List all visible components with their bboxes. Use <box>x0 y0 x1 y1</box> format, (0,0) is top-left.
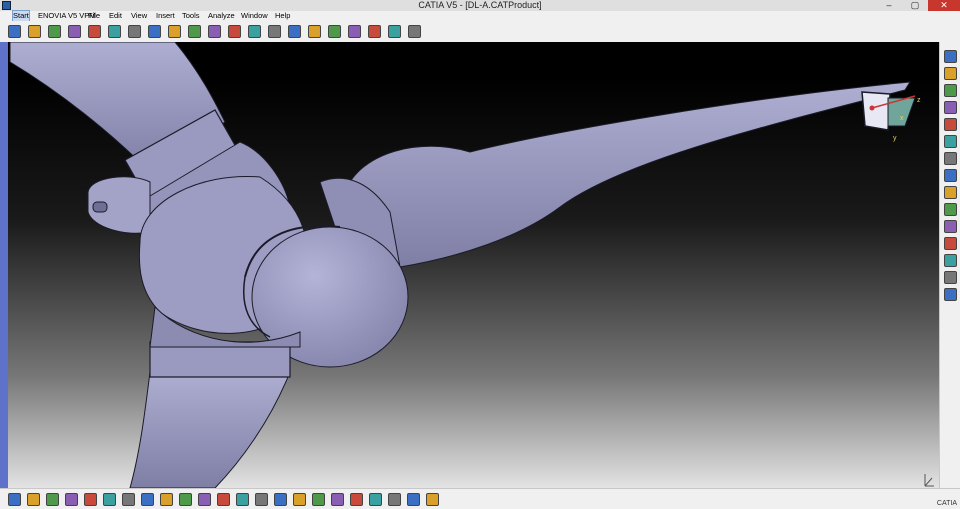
menu-file[interactable]: File <box>88 11 100 21</box>
compass-y-label: y <box>893 135 897 142</box>
display-mode-icon[interactable] <box>46 493 59 506</box>
knowledge-icon[interactable] <box>148 25 161 38</box>
product-icon[interactable] <box>48 25 61 38</box>
normal-view-icon[interactable] <box>248 25 261 38</box>
coincidence-icon[interactable] <box>944 169 957 182</box>
light-icon[interactable] <box>331 493 344 506</box>
menu-start[interactable]: Start <box>12 10 30 22</box>
tree-icon[interactable] <box>65 493 78 506</box>
menu-help[interactable]: Help <box>275 11 290 21</box>
minimize-button[interactable]: – <box>876 0 902 11</box>
compass-tool-icon[interactable] <box>944 50 957 63</box>
clash-icon[interactable] <box>408 25 421 38</box>
camera-icon[interactable] <box>350 493 363 506</box>
compass-z-label: z <box>917 97 921 104</box>
graph-icon[interactable] <box>168 25 181 38</box>
multi-view-icon[interactable] <box>368 25 381 38</box>
restore-button[interactable]: ▢ <box>902 0 928 11</box>
grid-icon[interactable] <box>426 493 439 506</box>
axis-triad-icon <box>924 474 934 487</box>
menu-tools[interactable]: Tools <box>182 11 200 21</box>
fit-all-icon[interactable] <box>228 25 241 38</box>
catalog-icon[interactable] <box>128 25 141 38</box>
blade-lower[interactable] <box>129 371 291 488</box>
explode-icon[interactable] <box>388 25 401 38</box>
constraint-icon[interactable] <box>328 25 341 38</box>
catia-logo: CATIA <box>936 500 957 507</box>
measure-item-icon[interactable] <box>407 493 420 506</box>
menu-window[interactable]: Window <box>241 11 268 21</box>
compass-widget[interactable]: x y z <box>861 91 921 142</box>
capture-icon[interactable] <box>369 493 382 506</box>
magnify-icon[interactable] <box>208 25 221 38</box>
turbine-model[interactable]: x y z <box>0 42 939 488</box>
comment-icon[interactable] <box>27 493 40 506</box>
menu-edit[interactable]: Edit <box>109 11 122 21</box>
compass-x-label: x <box>900 115 904 122</box>
hide-show-icon[interactable] <box>293 493 306 506</box>
close-button[interactable]: ✕ <box>928 0 960 11</box>
menu-enovia[interactable]: ENOVIA V5 VPM <box>38 11 96 21</box>
menu-analyze[interactable]: Analyze <box>208 11 235 21</box>
pan-icon[interactable] <box>268 25 281 38</box>
simulation-icon[interactable] <box>308 25 321 38</box>
iso-view-icon[interactable] <box>255 493 268 506</box>
pan-bottom-icon[interactable] <box>160 493 173 506</box>
bottom-toolbar: CATIA <box>0 488 960 509</box>
fix-together-icon[interactable] <box>944 254 957 267</box>
right-toolbar <box>939 42 960 488</box>
plane-icon[interactable] <box>108 25 121 38</box>
snap-icon[interactable] <box>348 25 361 38</box>
zoom-out-icon[interactable] <box>217 493 230 506</box>
assembly-tool-icon[interactable] <box>944 101 957 114</box>
update-icon[interactable] <box>188 25 201 38</box>
fly-mode-icon[interactable] <box>122 493 135 506</box>
manipulate-icon[interactable] <box>944 118 957 131</box>
contact-icon[interactable] <box>944 186 957 199</box>
offset-icon[interactable] <box>944 203 957 216</box>
tree-toggle-strip[interactable] <box>0 42 8 488</box>
rotate-tool-icon[interactable] <box>944 84 957 97</box>
update-tool-icon[interactable] <box>944 288 957 301</box>
assembly-icon[interactable] <box>68 25 81 38</box>
view-mode-icon[interactable] <box>312 493 325 506</box>
shading-icon[interactable] <box>274 493 287 506</box>
measure-icon[interactable] <box>288 25 301 38</box>
normal-bottom-icon[interactable] <box>236 493 249 506</box>
blade-right[interactable] <box>344 81 911 268</box>
fix-icon[interactable] <box>944 237 957 250</box>
swap-icon[interactable] <box>103 493 116 506</box>
angle-icon[interactable] <box>944 220 957 233</box>
hide-icon[interactable] <box>84 493 97 506</box>
top-toolbar <box>0 21 960 43</box>
snap-tool-icon[interactable] <box>944 135 957 148</box>
constraint-tool-icon[interactable] <box>944 152 957 165</box>
nose-slot <box>92 201 108 213</box>
fit-all-bottom-icon[interactable] <box>141 493 154 506</box>
menu-view[interactable]: View <box>131 11 147 21</box>
3d-viewport[interactable]: x y z <box>0 42 939 488</box>
menu-insert[interactable]: Insert <box>156 11 175 21</box>
pencil-icon[interactable] <box>88 25 101 38</box>
zoom-in-icon[interactable] <box>198 493 211 506</box>
reuse-pattern-icon[interactable] <box>944 271 957 284</box>
menu-bar: Start ENOVIA V5 VPM File Edit View Inser… <box>0 10 960 22</box>
window-title: CATIA V5 - [DL-A.CATProduct] <box>418 0 542 10</box>
formula-icon[interactable] <box>8 493 21 506</box>
part-icon[interactable] <box>28 25 41 38</box>
select-arrow-icon[interactable] <box>944 67 957 80</box>
measure-between-icon[interactable] <box>388 493 401 506</box>
rotate-bottom-icon[interactable] <box>179 493 192 506</box>
sketch-icon[interactable] <box>8 25 21 38</box>
